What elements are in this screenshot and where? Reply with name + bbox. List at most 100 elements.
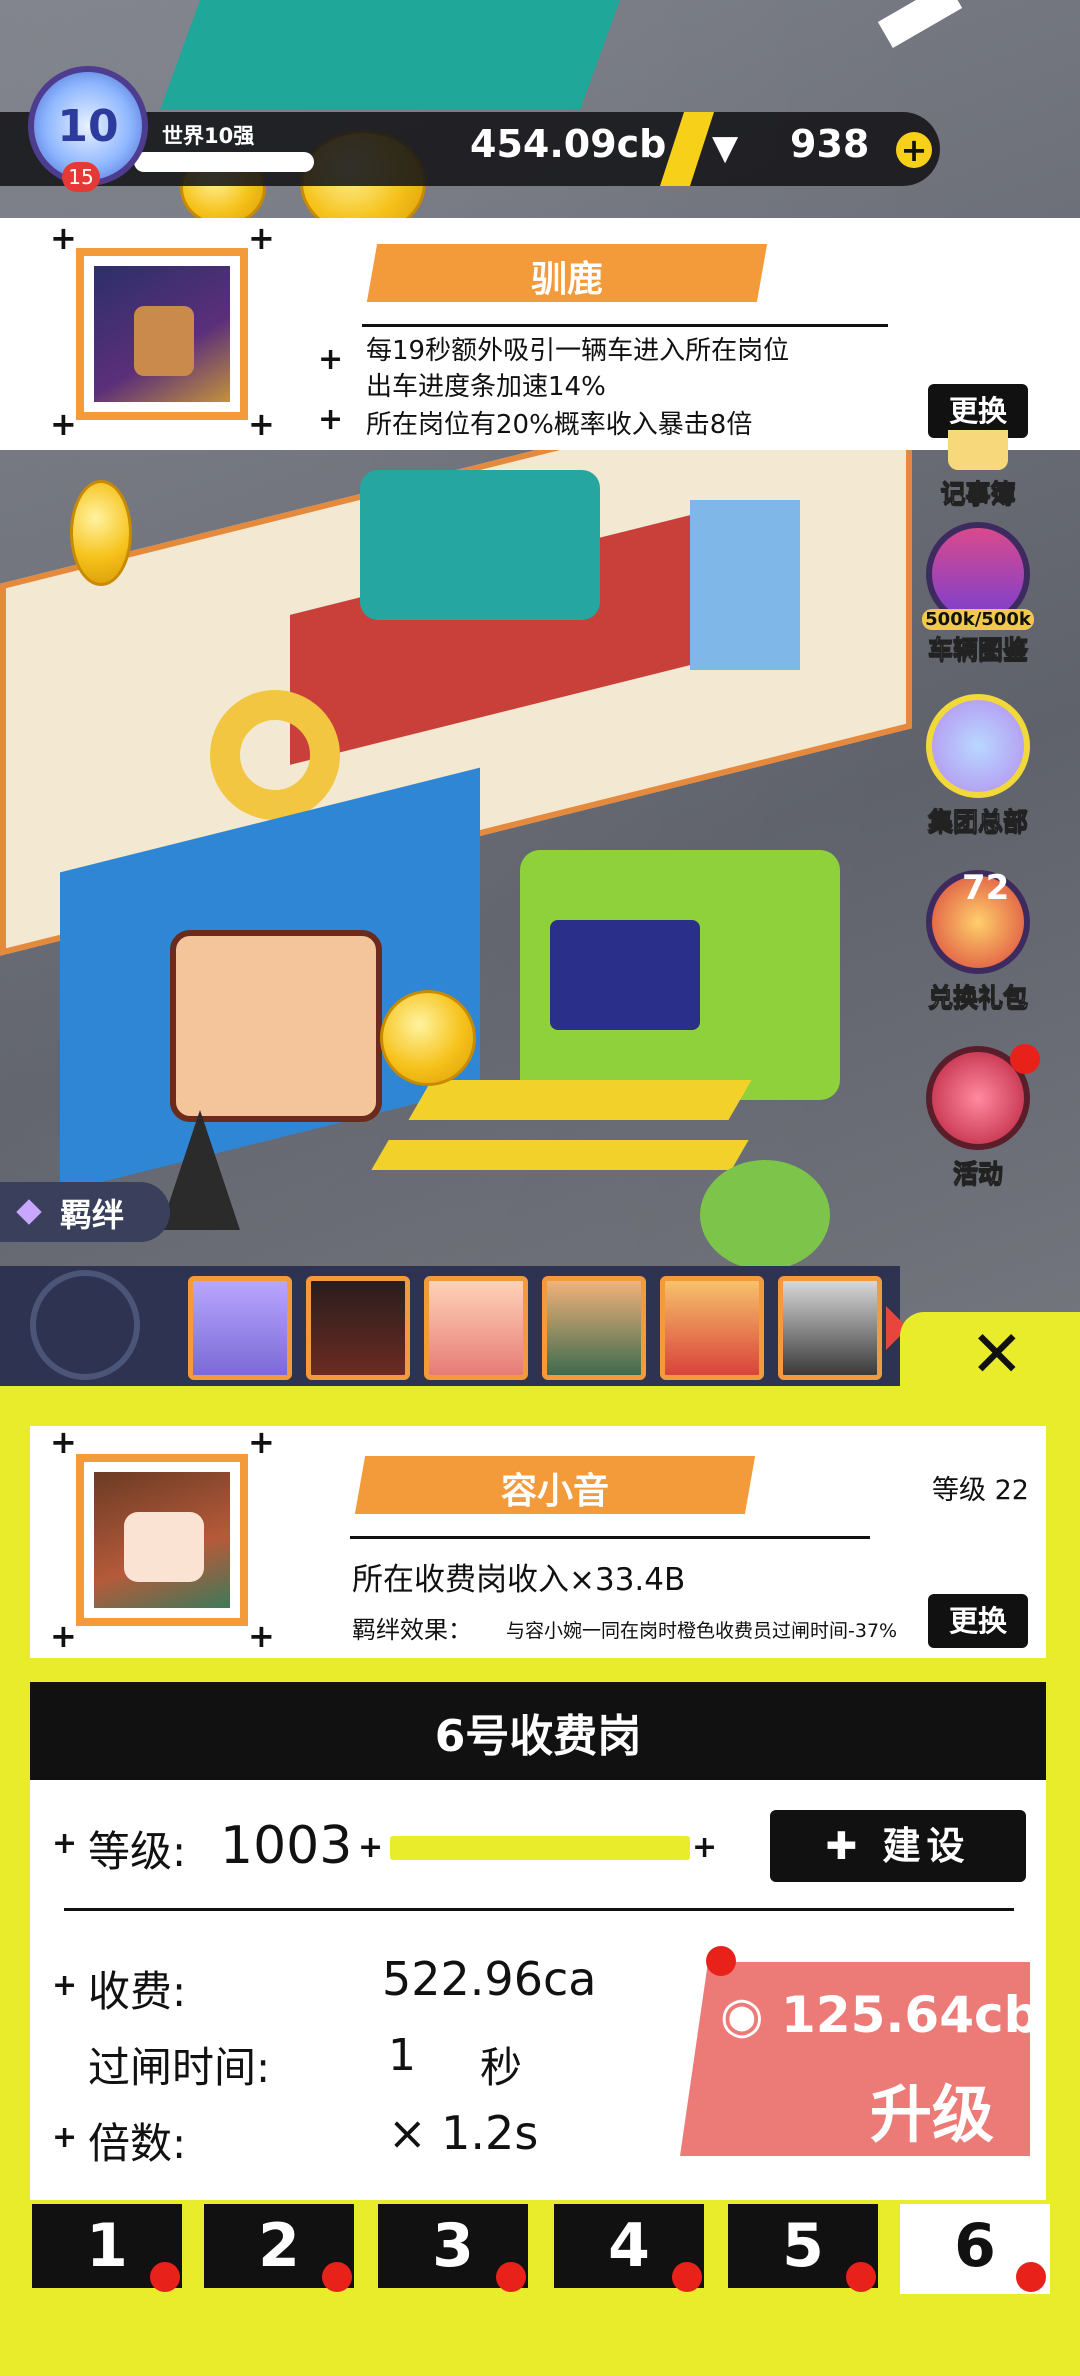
rank-progress-bar <box>134 152 314 172</box>
plus-icon: + <box>900 131 928 169</box>
gift-redeem-label: 兑换礼包 <box>927 983 1028 1013</box>
bond-avatar-slot[interactable] <box>660 1276 764 1380</box>
build-label: 建设 <box>882 1824 971 1868</box>
decor-road-markings-2 <box>371 1140 749 1170</box>
bond-avatar-slot[interactable] <box>542 1276 646 1380</box>
bond-effect-text: 与容小婉一同在岗时橙色收费员过闸时间-37% <box>506 1620 898 1642</box>
decor-traffic-cone <box>160 1110 240 1230</box>
plus-icon: + <box>50 1617 77 1655</box>
bond-emblem-icon <box>30 1270 140 1380</box>
decor-road-stripe <box>877 0 963 48</box>
add-gems-button[interactable]: + <box>896 132 932 168</box>
reindeer-portrait <box>94 266 230 402</box>
notification-dot <box>706 1946 736 1976</box>
plus-icon: + <box>318 342 344 377</box>
decor-teal-sculpture <box>360 470 600 620</box>
pet-effect-1: 每19秒额外吸引一辆车进入所在岗位 <box>366 336 790 366</box>
rank-text: 世界10强 <box>162 124 255 148</box>
plus-icon: + <box>358 1830 384 1865</box>
bond-avatar-slot[interactable] <box>306 1276 410 1380</box>
staff-card: + + + + 容小音 所在收费岗收入×33.4B 羁绊效果： 与容小婉一同在岗… <box>30 1426 1046 1658</box>
pet-card: + + + + 驯鹿 + 每19秒额外吸引一辆车进入所在岗位 出车进度条加速14… <box>0 218 1080 450</box>
plus-icon: ✚ <box>825 1824 883 1868</box>
pet-effect-2: 出车进度条加速14% <box>366 372 606 402</box>
truck-icon: 500k/500k <box>922 522 1034 630</box>
notification-dot <box>150 2262 180 2292</box>
plus-icon: + <box>50 219 77 257</box>
decor-tower <box>690 500 800 670</box>
upgrade-cost-value: 125.64cb <box>781 1986 1040 2044</box>
bond-effect-label: 羁绊效果： <box>352 1616 472 1644</box>
staff-swap-button[interactable]: 更换 <box>928 1594 1028 1648</box>
decor-donut <box>210 690 340 820</box>
coin-icon: ◉ <box>720 1986 782 2044</box>
decor-van-window <box>550 920 700 1030</box>
bond-label: 羁绊 <box>60 1196 125 1234</box>
coin-icon <box>70 480 132 586</box>
plus-icon: + <box>692 1830 718 1865</box>
headquarters-label: 集团总部 <box>927 807 1028 837</box>
gate-time-unit: 秒 <box>480 2043 523 2092</box>
staff-name-underline <box>350 1536 870 1539</box>
plus-icon: + <box>248 1617 275 1655</box>
notification-dot <box>496 2262 526 2292</box>
decor-teal-block <box>159 0 621 110</box>
plus-icon: + <box>248 405 275 443</box>
pet-name: 驯鹿 <box>530 259 603 300</box>
plus-icon: + <box>52 1968 78 2003</box>
notification-dot <box>846 2262 876 2292</box>
headquarters-button[interactable]: 集团总部 <box>918 694 1038 838</box>
multiplier-label: 倍数: <box>88 2119 187 2168</box>
build-button[interactable]: ✚ 建设 <box>770 1810 1026 1882</box>
plus-icon: + <box>52 1826 78 1861</box>
vehicle-book-button[interactable]: 500k/500k 车辆图鉴 <box>918 522 1038 666</box>
staff-portrait-frame[interactable] <box>76 1454 248 1626</box>
bond-avatar-slot[interactable] <box>424 1276 528 1380</box>
fee-value: 522.96ca <box>382 1952 597 2006</box>
gift-badge: 72 <box>962 868 1010 908</box>
decor-bush <box>700 1160 830 1270</box>
coin-icon <box>380 990 476 1086</box>
notebook-icon <box>948 430 1008 470</box>
cash-amount: 454.09cb <box>470 122 667 166</box>
events-button[interactable]: 活动 <box>918 1044 1040 1190</box>
gift-icon: 72 <box>926 868 1030 974</box>
notebook-label: 记事簿 <box>940 479 1016 509</box>
pet-name-underline <box>362 324 888 327</box>
staff-income: 所在收费岗收入×33.4B <box>352 1562 686 1598</box>
plus-icon: + <box>318 402 344 437</box>
level-progress-bar <box>390 1836 690 1860</box>
close-icon: ✕ <box>970 1318 1024 1392</box>
plus-icon: + <box>52 2120 78 2155</box>
notification-dot <box>1010 1044 1040 1074</box>
notification-dot <box>1016 2262 1046 2292</box>
bond-avatar-slot[interactable] <box>188 1276 292 1380</box>
pet-portrait-frame[interactable] <box>76 248 248 420</box>
vehicle-book-label: 车辆图鉴 <box>927 635 1028 665</box>
level-sub-badge: 15 <box>62 162 100 192</box>
plus-icon: + <box>248 219 275 257</box>
staff-portrait <box>94 1472 230 1608</box>
level-label: 等级: <box>88 1827 187 1876</box>
diamond-icon: ▼ <box>712 128 739 168</box>
upgrade-label: 升级 <box>870 2078 995 2151</box>
staff-face-icon <box>124 1512 204 1582</box>
events-label: 活动 <box>952 1159 1003 1189</box>
bond-avatar-slot[interactable] <box>778 1276 882 1380</box>
notebook-button[interactable]: 记事簿 <box>918 430 1038 510</box>
booth-divider <box>64 1908 1014 1911</box>
decor-toll-character <box>170 930 382 1122</box>
notification-dot <box>322 2262 352 2292</box>
building-icon <box>926 694 1030 798</box>
plus-icon: + <box>50 1423 77 1461</box>
gem-amount: 938 <box>790 122 870 166</box>
staff-level: 等级 22 <box>932 1475 1029 1506</box>
fee-label: 收费: <box>88 1967 187 2016</box>
close-button[interactable]: ✕ <box>970 1318 1024 1392</box>
level-value: 1003 <box>220 1816 353 1876</box>
notification-dot <box>672 2262 702 2292</box>
gift-redeem-button[interactable]: 72 兑换礼包 <box>918 868 1038 1014</box>
pet-effect-3: 所在岗位有20%概率收入暴击8倍 <box>366 410 753 440</box>
plus-icon: + <box>50 405 77 443</box>
reindeer-icon <box>134 306 194 376</box>
